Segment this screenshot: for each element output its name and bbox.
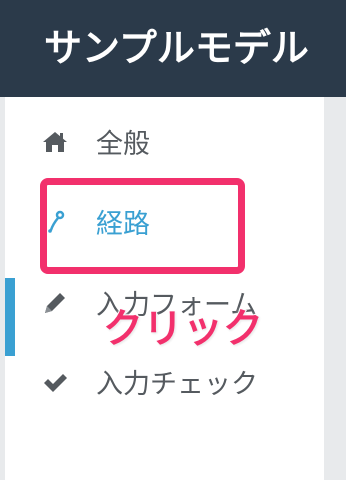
sidebar-item-input-check[interactable]: 入力チェック	[5, 367, 324, 423]
home-icon	[43, 132, 67, 152]
click-annotation: クリック	[102, 305, 264, 353]
check-icon	[44, 374, 67, 392]
app-title: サンプルモデル	[44, 26, 309, 70]
sidebar-item-label: 入力チェック	[96, 369, 258, 400]
sidebar: 全般 経路 入力フォーム 入力チェック	[5, 97, 324, 480]
highlight-box	[40, 178, 245, 274]
sidebar-item-label: 全般	[96, 129, 150, 160]
sidebar-item-general[interactable]: 全般	[5, 114, 324, 170]
app-frame: サンプルモデル 全般 経路 入力フォーム 入力チェック クリック	[0, 0, 346, 480]
pencil-icon	[45, 293, 65, 313]
app-header: サンプルモデル	[0, 0, 346, 97]
